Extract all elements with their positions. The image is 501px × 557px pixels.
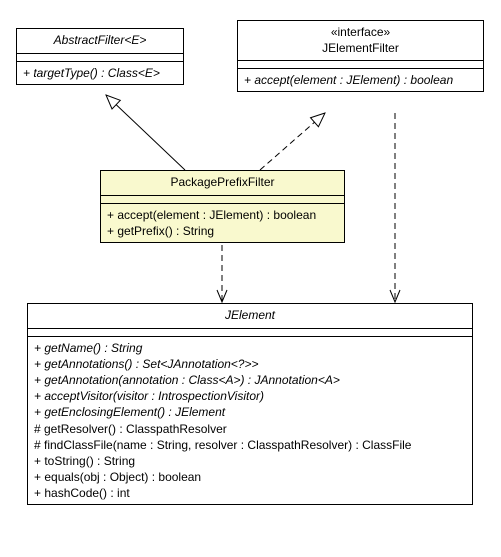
class-member: + getAnnotations() : Set<JAnnotation<?>> [34,356,466,372]
class-member: + getEnclosingElement() : JElement [34,404,466,420]
class-title: AbstractFilter<E> [23,33,177,49]
class-member: + toString() : String [34,453,466,469]
class-package-prefix-filter: PackagePrefixFilter + accept(element : J… [100,170,345,243]
edge-realization [260,113,325,170]
class-attributes [238,61,483,69]
class-title: PackagePrefixFilter [107,175,338,191]
class-member: + acceptVisitor(visitor : IntrospectionV… [34,388,466,404]
class-attributes [101,196,344,204]
class-operations: + targetType() : Class<E> [17,62,183,84]
class-operations: + accept(element : JElement) : boolean [238,69,483,91]
class-title: JElement [34,308,466,324]
class-member: + accept(element : JElement) : boolean [244,72,477,88]
class-member: # getResolver() : ClasspathResolver [34,421,466,437]
class-member: + equals(obj : Object) : boolean [34,469,466,485]
class-stereotype: «interface» [244,25,477,41]
class-attributes [17,54,183,62]
class-member: + hashCode() : int [34,485,466,501]
class-member: + targetType() : Class<E> [23,65,177,81]
class-jelement: JElement + getName() : String+ getAnnota… [27,303,473,505]
class-operations: + accept(element : JElement) : boolean+ … [101,204,344,242]
class-member: + getName() : String [34,340,466,356]
class-member: + getPrefix() : String [107,223,338,239]
class-abstract-filter: AbstractFilter<E> + targetType() : Class… [16,28,184,85]
edge-generalization [106,95,185,170]
class-title: JElementFilter [244,41,477,57]
class-attributes [28,329,472,337]
class-member: + accept(element : JElement) : boolean [107,207,338,223]
class-member: # findClassFile(name : String, resolver … [34,437,466,453]
class-operations: + getName() : String+ getAnnotations() :… [28,337,472,505]
class-jelement-filter: «interface» JElementFilter + accept(elem… [237,20,484,92]
class-member: + getAnnotation(annotation : Class<A>) :… [34,372,466,388]
